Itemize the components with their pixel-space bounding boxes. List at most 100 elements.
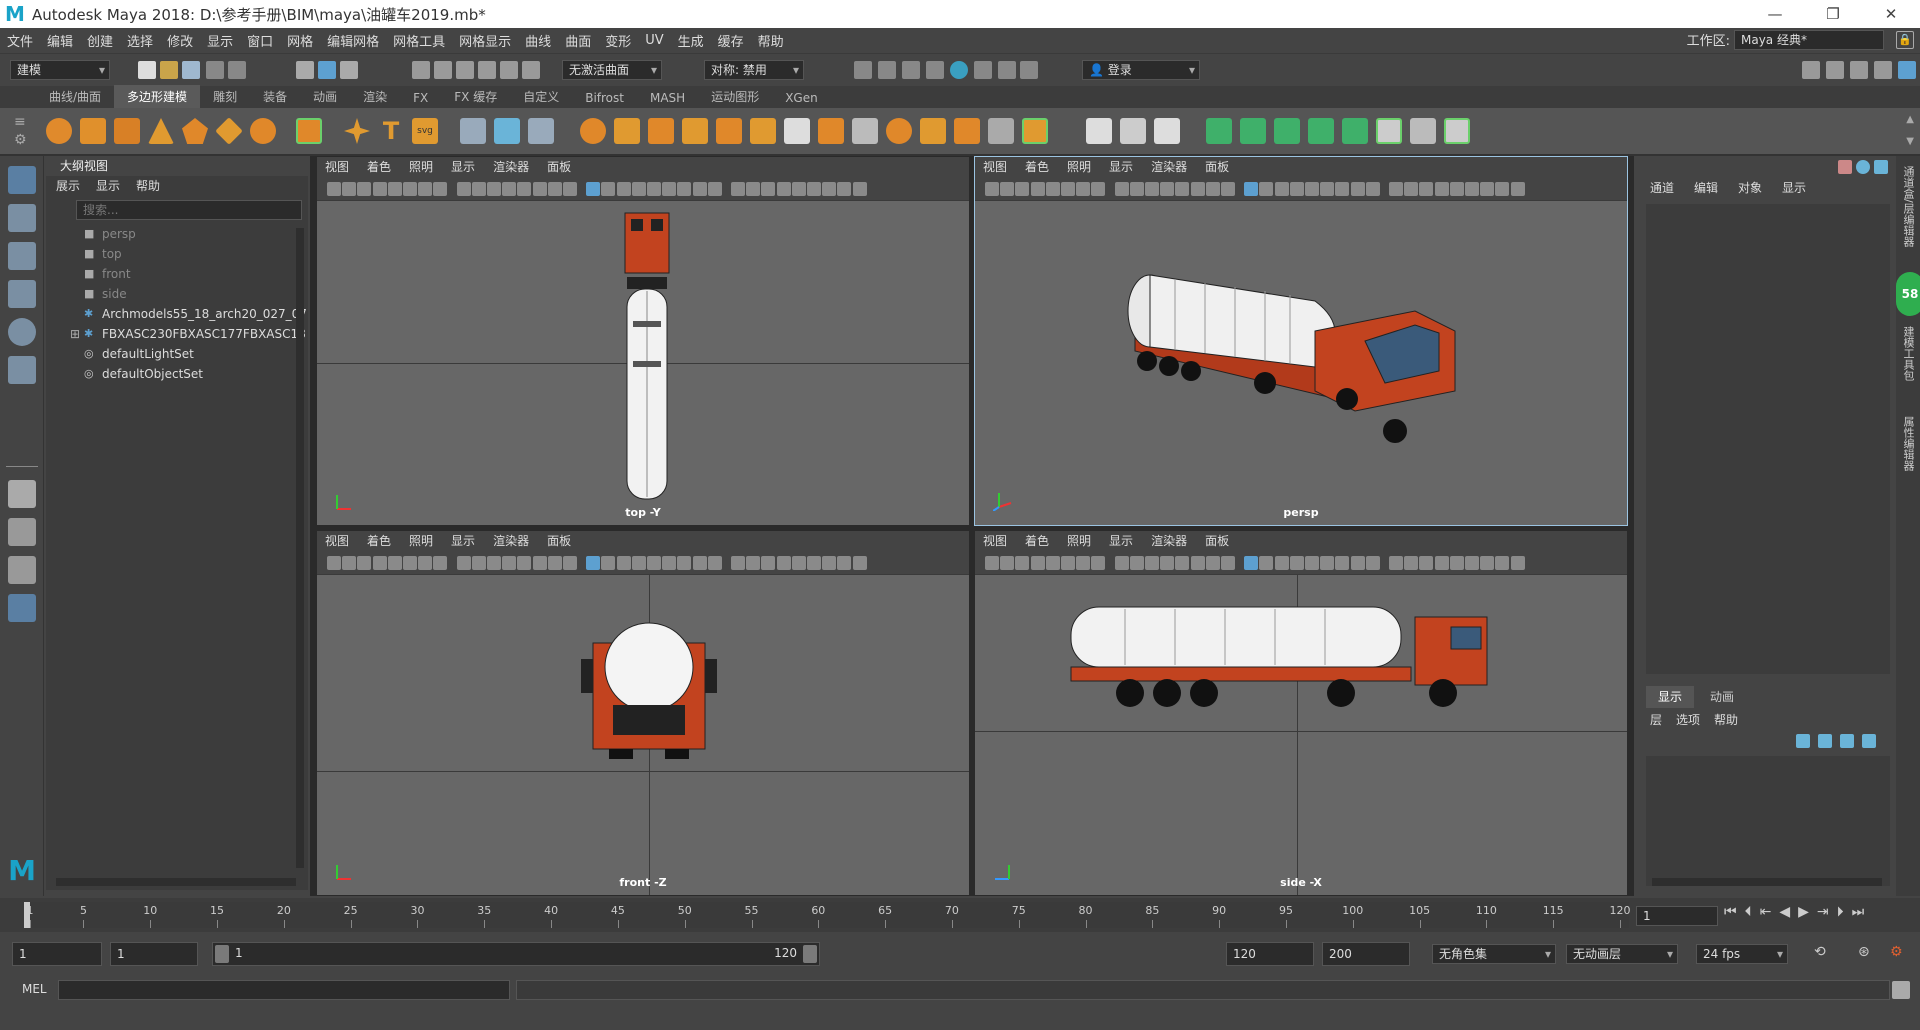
select-by-hierarchy-icon[interactable]: [296, 61, 314, 79]
append-polygon-icon[interactable]: [920, 118, 946, 144]
poly-cube-icon[interactable]: [80, 118, 106, 144]
viewport-tool-icon[interactable]: [662, 556, 677, 570]
viewport-tool-icon[interactable]: [433, 556, 448, 570]
viewport-tool-icon[interactable]: [327, 182, 341, 196]
render-view-icon[interactable]: [950, 61, 968, 79]
viewport-tool-icon[interactable]: [1419, 556, 1434, 570]
toggle-channel-box-icon[interactable]: [1874, 61, 1892, 79]
login-select[interactable]: 👤 登录: [1082, 60, 1200, 80]
viewport-tool-icon[interactable]: [586, 556, 601, 570]
menu-item[interactable]: 变形: [598, 31, 638, 50]
viewport-tool-icon[interactable]: [1335, 182, 1350, 196]
viewport-menu-item[interactable]: 渲染器: [1151, 157, 1187, 177]
menu-item[interactable]: 编辑网格: [320, 31, 386, 50]
outliner-menu-item[interactable]: 显示: [96, 176, 120, 196]
viewport-menu-item[interactable]: 着色: [1025, 531, 1049, 551]
viewport-tool-icon[interactable]: [1175, 556, 1190, 570]
super-shape-icon[interactable]: [344, 118, 370, 144]
outliner-item[interactable]: ⊞ ✱ FBXASC230FBXASC177FBXASC18: [46, 324, 308, 344]
menu-item[interactable]: 缓存: [711, 31, 751, 50]
fill-hole-icon[interactable]: [886, 118, 912, 144]
live-surface-field[interactable]: 无激活曲面: [562, 60, 662, 80]
viewport-tool-icon[interactable]: [1510, 182, 1525, 196]
uv-cylindrical-icon[interactable]: [1240, 118, 1266, 144]
viewport-tool-icon[interactable]: [692, 556, 707, 570]
scale-tool-icon[interactable]: [8, 356, 36, 384]
channel-box-icon-b[interactable]: [1856, 160, 1870, 174]
viewport-tool-icon[interactable]: [387, 182, 402, 196]
viewport-tool-icon[interactable]: [707, 182, 722, 196]
outliner-layout-icon[interactable]: [8, 594, 36, 622]
boolean-icon[interactable]: [716, 118, 742, 144]
shelf-tab[interactable]: MASH: [637, 88, 698, 108]
viewport-tool-icon[interactable]: [1030, 182, 1045, 196]
shelf-tab[interactable]: 渲染: [350, 85, 400, 108]
snap-projected-icon[interactable]: [478, 61, 496, 79]
viewport-tool-icon[interactable]: [1449, 556, 1464, 570]
viewport-tool-icon[interactable]: [1205, 182, 1220, 196]
viewport-tool-icon[interactable]: [372, 556, 387, 570]
snap-live-icon[interactable]: [522, 61, 540, 79]
smooth-icon[interactable]: [682, 118, 708, 144]
type-tool-icon[interactable]: T: [378, 118, 404, 144]
viewport-tool-icon[interactable]: [1145, 182, 1159, 196]
viewport-tool-icon[interactable]: [616, 182, 631, 196]
mel-input[interactable]: [58, 980, 510, 1000]
uv-spherical-icon[interactable]: [1274, 118, 1300, 144]
viewport-tool-icon[interactable]: [601, 182, 616, 196]
viewport-tool-icon[interactable]: [807, 556, 821, 570]
viewport-tool-icon[interactable]: [532, 182, 547, 196]
viewport-tool-icon[interactable]: [1076, 556, 1091, 570]
poly-plane-icon[interactable]: [215, 117, 243, 145]
menu-item[interactable]: 修改: [160, 31, 200, 50]
playback-start-field[interactable]: 1: [110, 942, 198, 966]
merge-icon[interactable]: [954, 118, 980, 144]
viewport-tool-icon[interactable]: [1419, 182, 1434, 196]
viewport-tool-icon[interactable]: [1365, 556, 1380, 570]
viewport-tool-icon[interactable]: [822, 182, 837, 196]
viewport-tool-icon[interactable]: [776, 182, 791, 196]
persp-outliner-layout-icon[interactable]: [8, 556, 36, 584]
step-back-frame-icon[interactable]: ⏴: [1745, 904, 1752, 920]
bridge-edge-icon[interactable]: [852, 118, 878, 144]
viewport-tool-icon[interactable]: [1244, 182, 1259, 196]
viewport-tool-icon[interactable]: [1145, 556, 1159, 570]
viewport-tool-icon[interactable]: [547, 556, 562, 570]
shelf-tab[interactable]: 自定义: [510, 85, 572, 108]
layer-menu-item[interactable]: 帮助: [1714, 711, 1738, 728]
viewport-tool-icon[interactable]: [746, 556, 761, 570]
attribute-editor-tab[interactable]: 属性编辑器: [1900, 416, 1916, 471]
bridge-icon[interactable]: [784, 118, 810, 144]
viewport-tool-icon[interactable]: [731, 556, 745, 570]
menu-item[interactable]: 窗口: [240, 31, 280, 50]
range-slider[interactable]: 1 120: [212, 942, 820, 966]
separate-icon[interactable]: [614, 118, 640, 144]
loop-icon[interactable]: ⟲: [1814, 944, 1826, 960]
outliner-menu-item[interactable]: 帮助: [136, 176, 160, 196]
mel-label[interactable]: MEL: [22, 982, 47, 996]
multi-cut-icon[interactable]: [1086, 118, 1112, 144]
target-weld-icon[interactable]: [988, 118, 1014, 144]
viewport-tool-icon[interactable]: [1129, 182, 1144, 196]
fps-select[interactable]: 24 fps: [1696, 944, 1788, 964]
shelf-tab[interactable]: 雕刻: [200, 85, 250, 108]
layer-hscroll[interactable]: [1652, 878, 1882, 886]
shelf-tab[interactable]: 装备: [250, 85, 300, 108]
viewport-menu-item[interactable]: 照明: [1067, 531, 1091, 551]
shelf-tab[interactable]: XGen: [772, 88, 831, 108]
select-tool-icon[interactable]: [8, 166, 36, 194]
character-set-select[interactable]: 无角色集: [1432, 944, 1556, 964]
viewport-tool-icon[interactable]: [1320, 556, 1335, 570]
viewport-tool-icon[interactable]: [1365, 182, 1380, 196]
shelf-menu-icon[interactable]: ≡: [14, 114, 26, 130]
viewport-menu-item[interactable]: 着色: [367, 157, 391, 177]
menu-item[interactable]: 编辑: [40, 31, 80, 50]
snap-grid-icon[interactable]: [412, 61, 430, 79]
viewport-tool-icon[interactable]: [357, 556, 372, 570]
hypershade-icon[interactable]: [926, 61, 944, 79]
viewport-menu-item[interactable]: 面板: [547, 531, 571, 551]
mirror-icon[interactable]: [1022, 118, 1048, 144]
poly-torus-icon[interactable]: [250, 118, 276, 144]
outliner-hscroll[interactable]: [56, 878, 296, 886]
menu-item[interactable]: 网格显示: [452, 31, 518, 50]
